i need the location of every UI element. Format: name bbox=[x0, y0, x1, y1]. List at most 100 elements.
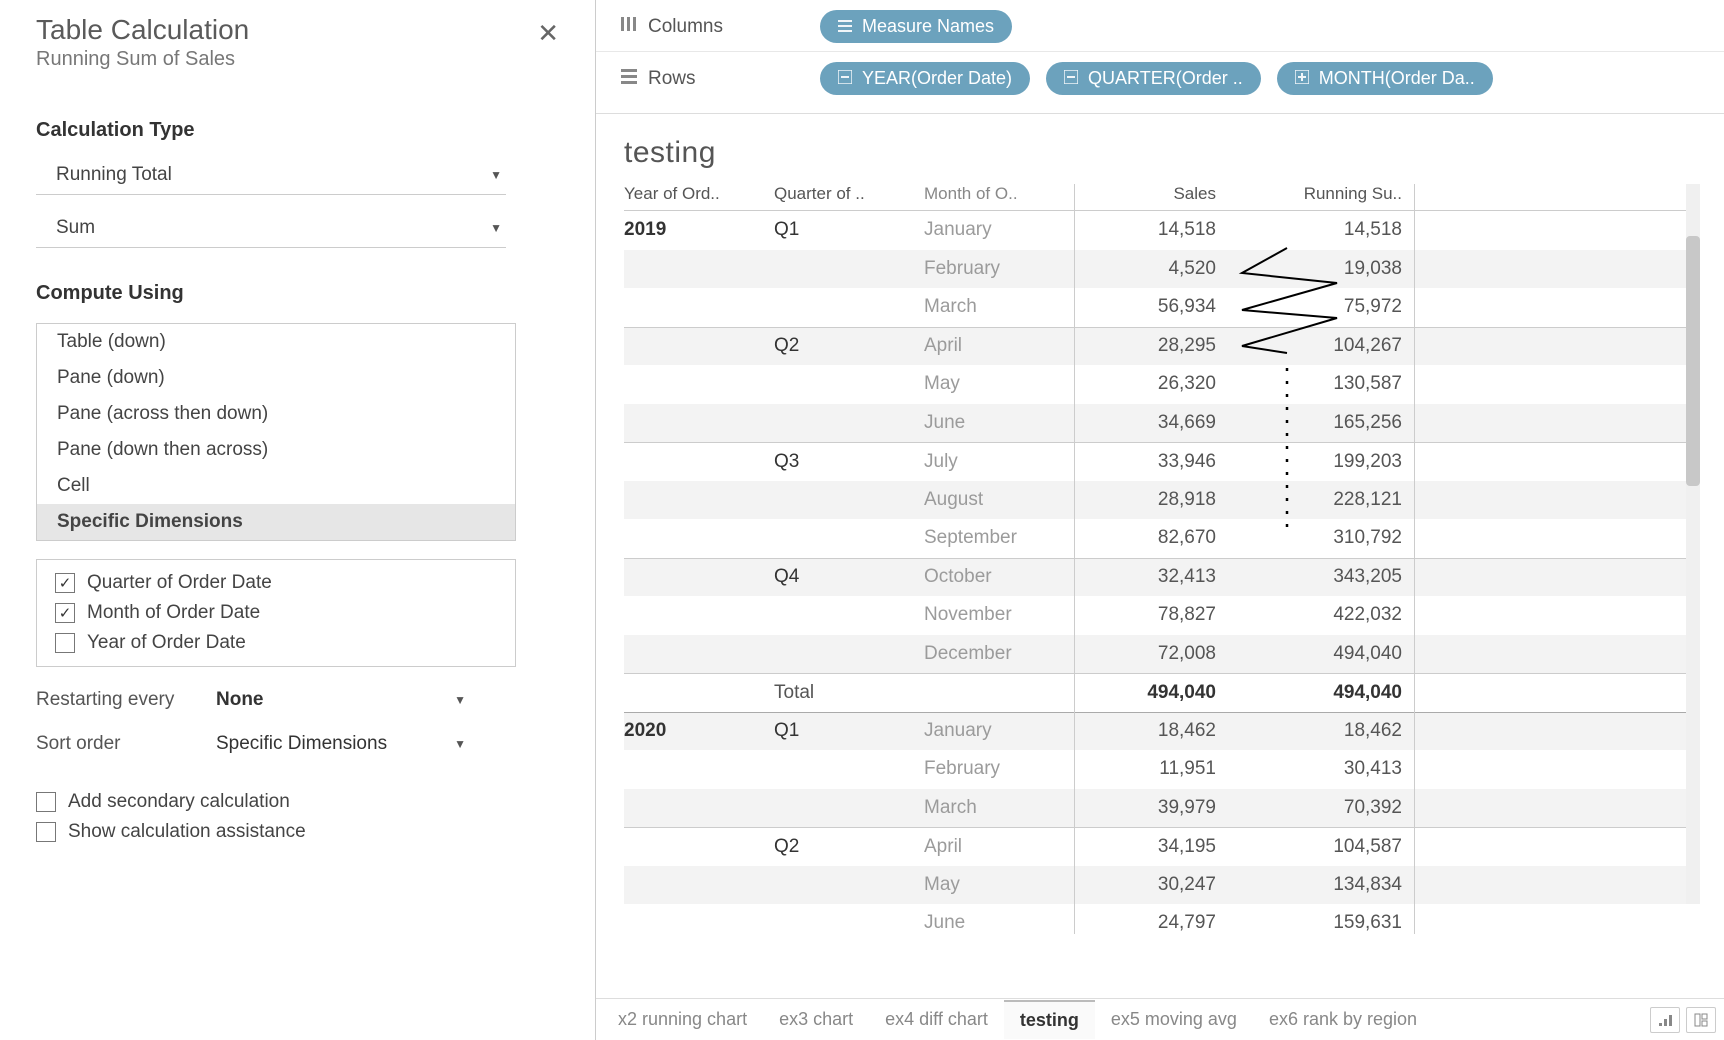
checkbox-unchecked-icon[interactable] bbox=[36, 792, 56, 812]
cell-month: August bbox=[924, 489, 1074, 511]
dimension-row[interactable]: Year of Order Date bbox=[37, 628, 515, 658]
table-row[interactable]: 2020Q1January18,46218,462 bbox=[624, 712, 1696, 751]
cell-month: February bbox=[924, 258, 1074, 280]
table-row[interactable]: Q2April34,195104,587 bbox=[624, 827, 1696, 866]
header-year[interactable]: Year of Ord.. bbox=[624, 184, 774, 204]
cell-quarter: Q3 bbox=[774, 451, 924, 473]
sheet-tab[interactable]: ex5 moving avg bbox=[1095, 1001, 1253, 1038]
cell-sales: 33,946 bbox=[1074, 451, 1244, 473]
cell-running-sum: 30,413 bbox=[1244, 758, 1414, 780]
cell-running-sum: 343,205 bbox=[1244, 566, 1414, 588]
header-quarter[interactable]: Quarter of .. bbox=[774, 184, 924, 204]
table-row[interactable]: Q3July33,946199,203 bbox=[624, 442, 1696, 481]
scrollbar-thumb[interactable] bbox=[1686, 236, 1700, 486]
table-row[interactable]: 2019Q1January14,51814,518 bbox=[624, 211, 1696, 250]
new-worksheet-icon[interactable] bbox=[1650, 1007, 1680, 1033]
worksheet-title[interactable]: testing bbox=[624, 136, 1696, 170]
dimension-row[interactable]: ✓Quarter of Order Date bbox=[37, 568, 515, 598]
cell-month: February bbox=[924, 758, 1074, 780]
sort-order-dropdown[interactable]: Specific Dimensions ▼ bbox=[216, 733, 496, 755]
restarting-every-dropdown[interactable]: None ▼ bbox=[216, 689, 496, 711]
compute-option[interactable]: Table (down) bbox=[37, 324, 515, 360]
field-pill[interactable]: Measure Names bbox=[820, 10, 1012, 43]
cell-quarter: Q2 bbox=[774, 836, 924, 858]
cell-month: May bbox=[924, 373, 1074, 395]
sheet-tab[interactable]: ex3 chart bbox=[763, 1001, 869, 1038]
cell-running-sum: 422,032 bbox=[1244, 604, 1414, 626]
field-pill[interactable]: MONTH(Order Da.. bbox=[1277, 62, 1493, 95]
rows-label: Rows bbox=[648, 68, 696, 90]
table-row[interactable]: February4,52019,038 bbox=[624, 250, 1696, 289]
dimension-row[interactable]: ✓Month of Order Date bbox=[37, 598, 515, 628]
cell-month: March bbox=[924, 296, 1074, 318]
table-row[interactable]: August28,918228,121 bbox=[624, 481, 1696, 520]
panel-subtitle: Running Sum of Sales bbox=[36, 48, 249, 71]
cell-running-sum: 75,972 bbox=[1244, 296, 1414, 318]
header-running-sum[interactable]: Running Su.. bbox=[1244, 184, 1414, 204]
compute-option[interactable]: Pane (across then down) bbox=[37, 396, 515, 432]
cell-sales: 14,518 bbox=[1074, 219, 1244, 241]
table-total-row[interactable]: Total494,040494,040 bbox=[624, 673, 1696, 712]
minus-box-icon bbox=[838, 70, 852, 87]
table-row[interactable]: December72,008494,040 bbox=[624, 635, 1696, 674]
checkbox-checked-icon[interactable]: ✓ bbox=[55, 573, 75, 593]
new-dashboard-icon[interactable] bbox=[1686, 1007, 1716, 1033]
header-sales[interactable]: Sales bbox=[1074, 184, 1244, 204]
field-pill[interactable]: YEAR(Order Date) bbox=[820, 62, 1030, 95]
header-month[interactable]: Month of O.. bbox=[924, 184, 1074, 204]
field-pill[interactable]: QUARTER(Order .. bbox=[1046, 62, 1261, 95]
column-divider bbox=[1074, 184, 1075, 934]
dimension-label: Year of Order Date bbox=[87, 632, 246, 654]
compute-using-label: Compute Using bbox=[36, 282, 567, 305]
sheet-tab[interactable]: ex6 rank by region bbox=[1253, 1001, 1433, 1038]
table-row[interactable]: March39,97970,392 bbox=[624, 789, 1696, 828]
calc-type-dropdown[interactable]: Running Total ▼ bbox=[36, 156, 506, 195]
show-assistance-row[interactable]: Show calculation assistance bbox=[36, 817, 567, 847]
aggregation-dropdown[interactable]: Sum ▼ bbox=[36, 209, 506, 248]
pill-label: Measure Names bbox=[862, 16, 994, 37]
cell-sales: 28,295 bbox=[1074, 335, 1244, 357]
table-row[interactable]: February11,95130,413 bbox=[624, 750, 1696, 789]
pill-label: YEAR(Order Date) bbox=[862, 68, 1012, 89]
checkbox-unchecked-icon[interactable] bbox=[55, 633, 75, 653]
cell-running-sum: 310,792 bbox=[1244, 527, 1414, 549]
table-row[interactable]: March56,93475,972 bbox=[624, 288, 1696, 327]
plus-box-icon bbox=[1295, 70, 1309, 87]
cell-sales: 28,918 bbox=[1074, 489, 1244, 511]
checkbox-checked-icon[interactable]: ✓ bbox=[55, 603, 75, 623]
cell-running-sum: 494,040 bbox=[1244, 643, 1414, 665]
cell-sales: 11,951 bbox=[1074, 758, 1244, 780]
cell-quarter: Q1 bbox=[774, 219, 924, 241]
table-calculation-panel: Table Calculation Running Sum of Sales ✕… bbox=[0, 0, 596, 1040]
pill-label: QUARTER(Order .. bbox=[1088, 68, 1243, 89]
table-row[interactable]: May30,247134,834 bbox=[624, 866, 1696, 905]
table-header: Year of Ord.. Quarter of .. Month of O..… bbox=[624, 184, 1696, 211]
sort-order-row: Sort order Specific Dimensions ▼ bbox=[36, 733, 567, 755]
table-row[interactable]: June24,797159,631 bbox=[624, 904, 1696, 943]
add-secondary-row[interactable]: Add secondary calculation bbox=[36, 787, 567, 817]
table-row[interactable]: May26,320130,587 bbox=[624, 365, 1696, 404]
compute-option[interactable]: Pane (down then across) bbox=[37, 432, 515, 468]
table-row[interactable]: Q2April28,295104,267 bbox=[624, 327, 1696, 366]
checkbox-unchecked-icon[interactable] bbox=[36, 822, 56, 842]
cell-sales: 494,040 bbox=[1074, 682, 1244, 704]
table-row[interactable]: September82,670310,792 bbox=[624, 519, 1696, 558]
sheet-tab[interactable]: ex4 diff chart bbox=[869, 1001, 1004, 1038]
cell-month: June bbox=[924, 412, 1074, 434]
columns-label: Columns bbox=[648, 16, 723, 38]
sort-order-label: Sort order bbox=[36, 733, 216, 755]
cell-running-sum: 19,038 bbox=[1244, 258, 1414, 280]
table-row[interactable]: Q4October32,413343,205 bbox=[624, 558, 1696, 597]
close-icon[interactable]: ✕ bbox=[529, 14, 567, 53]
columns-shelf[interactable]: Columns Measure Names bbox=[596, 0, 1724, 52]
cell-month: November bbox=[924, 604, 1074, 626]
rows-shelf[interactable]: Rows YEAR(Order Date) QUARTER(Order .. MON… bbox=[596, 52, 1724, 103]
chevron-down-icon: ▼ bbox=[454, 737, 466, 751]
sheet-tab[interactable]: testing bbox=[1004, 1000, 1095, 1039]
compute-option[interactable]: Specific Dimensions bbox=[37, 504, 515, 540]
compute-option[interactable]: Cell bbox=[37, 468, 515, 504]
sheet-tab[interactable]: x2 running chart bbox=[602, 1001, 763, 1038]
table-row[interactable]: June34,669165,256 bbox=[624, 404, 1696, 443]
table-row[interactable]: November78,827422,032 bbox=[624, 596, 1696, 635]
compute-option[interactable]: Pane (down) bbox=[37, 360, 515, 396]
